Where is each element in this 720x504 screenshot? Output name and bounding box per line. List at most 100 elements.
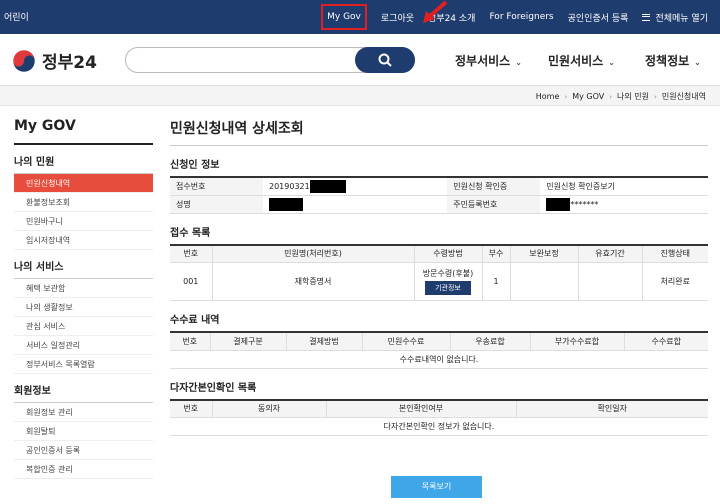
row-name: 재학증명서 — [211, 262, 414, 301]
sidebar-item-temp-saved[interactable]: 임시저장내역 — [14, 231, 153, 250]
sidebar-item-basket[interactable]: 민원바구니 — [14, 212, 153, 231]
name-cell — [263, 195, 448, 214]
gov24-logo[interactable]: 정부24 — [12, 48, 97, 73]
search-icon — [378, 53, 392, 67]
receipt-no-value: 20190321 — [269, 181, 310, 191]
col-header: 결제구분 — [209, 332, 286, 351]
col-header: 부가수수료합 — [529, 332, 624, 351]
table-row: 접수번호 20190321 민원신청 확인증 민원신청 확인증보기 — [170, 177, 708, 196]
redacted-block — [546, 197, 571, 211]
empty-message: 다자간본인확인 정보가 없습니다. — [170, 417, 708, 436]
kids-link[interactable]: 어린이 — [4, 10, 29, 23]
confirm-label: 민원신청 확인증 — [447, 177, 541, 196]
sidebar-item-service-list[interactable]: 정부서비스 목록열람 — [14, 355, 153, 374]
utility-links: My Gov 로그아웃 정부24 소개 For Foreigners 공인인증서… — [307, 0, 708, 34]
cert-register-link[interactable]: 공인인증서 등록 — [568, 11, 629, 24]
identity-table: 번호 동의자 본인확인여부 확인일자 다자간본인확인 정보가 없습니다. — [170, 398, 708, 436]
row-no: 001 — [170, 262, 212, 301]
col-header: 민원명(처리번호) — [211, 244, 414, 263]
chevron-down-icon: ⌄ — [694, 58, 701, 67]
search-button[interactable] — [355, 47, 415, 73]
table-header-row: 번호 민원명(처리번호) 수령방법 부수 보완보정 유효기간 진행상태 — [170, 244, 708, 263]
col-header: 수령방법 — [413, 244, 482, 263]
main-header: 정부24 정부서비스 ⌄ 민원서비스 ⌄ 정책정보 ⌄ — [0, 34, 720, 86]
chevron-down-icon: ⌄ — [515, 58, 522, 67]
sidebar-title: My GOV — [14, 118, 153, 145]
my-gov-link[interactable]: My Gov — [321, 4, 367, 30]
table-row: 다자간본인확인 정보가 없습니다. — [170, 417, 708, 436]
sidebar-group-my-services: 나의 서비스 — [14, 250, 153, 279]
logout-link[interactable]: 로그아웃 — [381, 11, 414, 24]
gnb-label: 정부서비스 — [455, 54, 511, 68]
breadcrumb-home[interactable]: Home — [536, 92, 560, 101]
chevron-right-icon: › — [609, 92, 613, 101]
sidebar-group-my-civil: 나의 민원 — [14, 145, 153, 174]
sidebar-item-interest-services[interactable]: 관심 서비스 — [14, 317, 153, 336]
sidebar: My GOV 나의 민원 민원신청내역 환불정보조회 민원바구니 임시저장내역 … — [14, 118, 153, 479]
row-status: 처리완료 — [641, 262, 708, 301]
col-header: 번호 — [170, 399, 212, 418]
row-supplement — [509, 262, 578, 301]
redacted-block — [309, 179, 346, 193]
rrn-cell: ******* — [540, 195, 708, 214]
sidebar-item-multi-auth[interactable]: 복합인증 관리 — [14, 460, 153, 479]
receipt-no-label: 접수번호 — [170, 177, 263, 196]
table-row: 001 재학증명서 방문수령(후불) 기관정보 1 처리완료 — [170, 262, 708, 301]
col-header: 우송료합 — [449, 332, 530, 351]
sidebar-group-member: 회원정보 — [14, 374, 153, 403]
empty-message: 수수료내역이 없습니다. — [170, 350, 708, 369]
breadcrumb-mygov[interactable]: My GOV — [572, 92, 604, 101]
all-menu-label: 전체메뉴 열기 — [655, 13, 708, 24]
chevron-down-icon: ⌄ — [608, 58, 615, 67]
col-header: 동의자 — [211, 399, 326, 418]
sidebar-item-life-info[interactable]: 나의 생활정보 — [14, 298, 153, 317]
receipts-section-title: 접수 목록 — [170, 227, 211, 239]
sidebar-item-application-history[interactable]: 민원신청내역 — [14, 174, 153, 193]
sidebar-item-member-manage[interactable]: 회원정보 관리 — [14, 403, 153, 422]
page-title: 민원신청내역 상세조회 — [170, 118, 708, 146]
gnb-label: 정책정보 — [645, 54, 690, 68]
table-row: 성명 주민등록번호 ******* — [170, 195, 708, 214]
col-header: 보완보정 — [509, 244, 578, 263]
list-button[interactable]: 목록보기 — [391, 476, 482, 498]
table-header-row: 번호 동의자 본인확인여부 확인일자 — [170, 399, 708, 418]
for-foreigners-link[interactable]: For Foreigners — [489, 12, 553, 22]
col-header: 결제방법 — [285, 332, 362, 351]
sidebar-item-benefits[interactable]: 혜택 보관함 — [14, 279, 153, 298]
chevron-right-icon: › — [564, 92, 568, 101]
table-row: 수수료내역이 없습니다. — [170, 350, 708, 369]
breadcrumb-my-civil[interactable]: 나의 민원 — [617, 91, 649, 102]
logo-text: 정부24 — [42, 53, 97, 73]
applicant-table: 접수번호 20190321 민원신청 확인증 민원신청 확인증보기 성명 주민등… — [170, 176, 708, 214]
red-pointer-arrow-icon — [423, 0, 448, 23]
col-header: 수수료합 — [623, 332, 708, 351]
search-input[interactable] — [125, 47, 415, 73]
table-header-row: 번호 결제구분 결제방법 민원수수료 우송료합 부가수수료합 수수료합 — [170, 332, 708, 351]
sidebar-item-refund-info[interactable]: 환불정보조회 — [14, 193, 153, 212]
sidebar-item-withdraw[interactable]: 회원탈퇴 — [14, 422, 153, 441]
row-validity — [577, 262, 642, 301]
fees-section-title: 수수료 내역 — [170, 315, 220, 326]
col-header: 확인일자 — [515, 399, 708, 418]
chevron-right-icon: › — [654, 92, 657, 101]
top-utility-bar: 어린이 My Gov 로그아웃 정부24 소개 For Foreigners 공… — [0, 0, 720, 34]
fees-table: 번호 결제구분 결제방법 민원수수료 우송료합 부가수수료합 수수료합 수수료내… — [170, 331, 708, 369]
name-label: 성명 — [170, 195, 263, 214]
sidebar-item-cert-register[interactable]: 공인인증서 등록 — [14, 441, 153, 460]
applicant-section-title: 신청인 정보 — [170, 160, 220, 171]
gnb-policy-info[interactable]: 정책정보 ⌄ — [645, 52, 701, 69]
breadcrumb-current: 민원신청내역 — [661, 92, 706, 101]
gnb-gov-services[interactable]: 정부서비스 ⌄ — [455, 52, 522, 69]
confirm-link[interactable]: 민원신청 확인증보기 — [540, 177, 708, 196]
receipts-table: 번호 민원명(처리번호) 수령방법 부수 보완보정 유효기간 진행상태 001 … — [170, 243, 708, 301]
all-menu-button[interactable]: 전체메뉴 열기 — [642, 11, 708, 24]
main-content: 민원신청내역 상세조회 신청인 정보 접수번호 20190321 민원신청 확인… — [170, 118, 708, 436]
org-info-button[interactable]: 기관정보 — [425, 281, 471, 295]
row-method-cell: 방문수령(후불) 기관정보 — [413, 262, 482, 301]
rrn-masked: ******* — [570, 199, 599, 209]
gnb-civil-services[interactable]: 민원서비스 ⌄ — [548, 52, 615, 69]
col-header: 번호 — [170, 244, 212, 263]
col-header: 진행상태 — [641, 244, 708, 263]
sidebar-item-schedule[interactable]: 서비스 일정관리 — [14, 336, 153, 355]
breadcrumb: Home › My GOV › 나의 민원 › 민원신청내역 — [0, 86, 720, 106]
